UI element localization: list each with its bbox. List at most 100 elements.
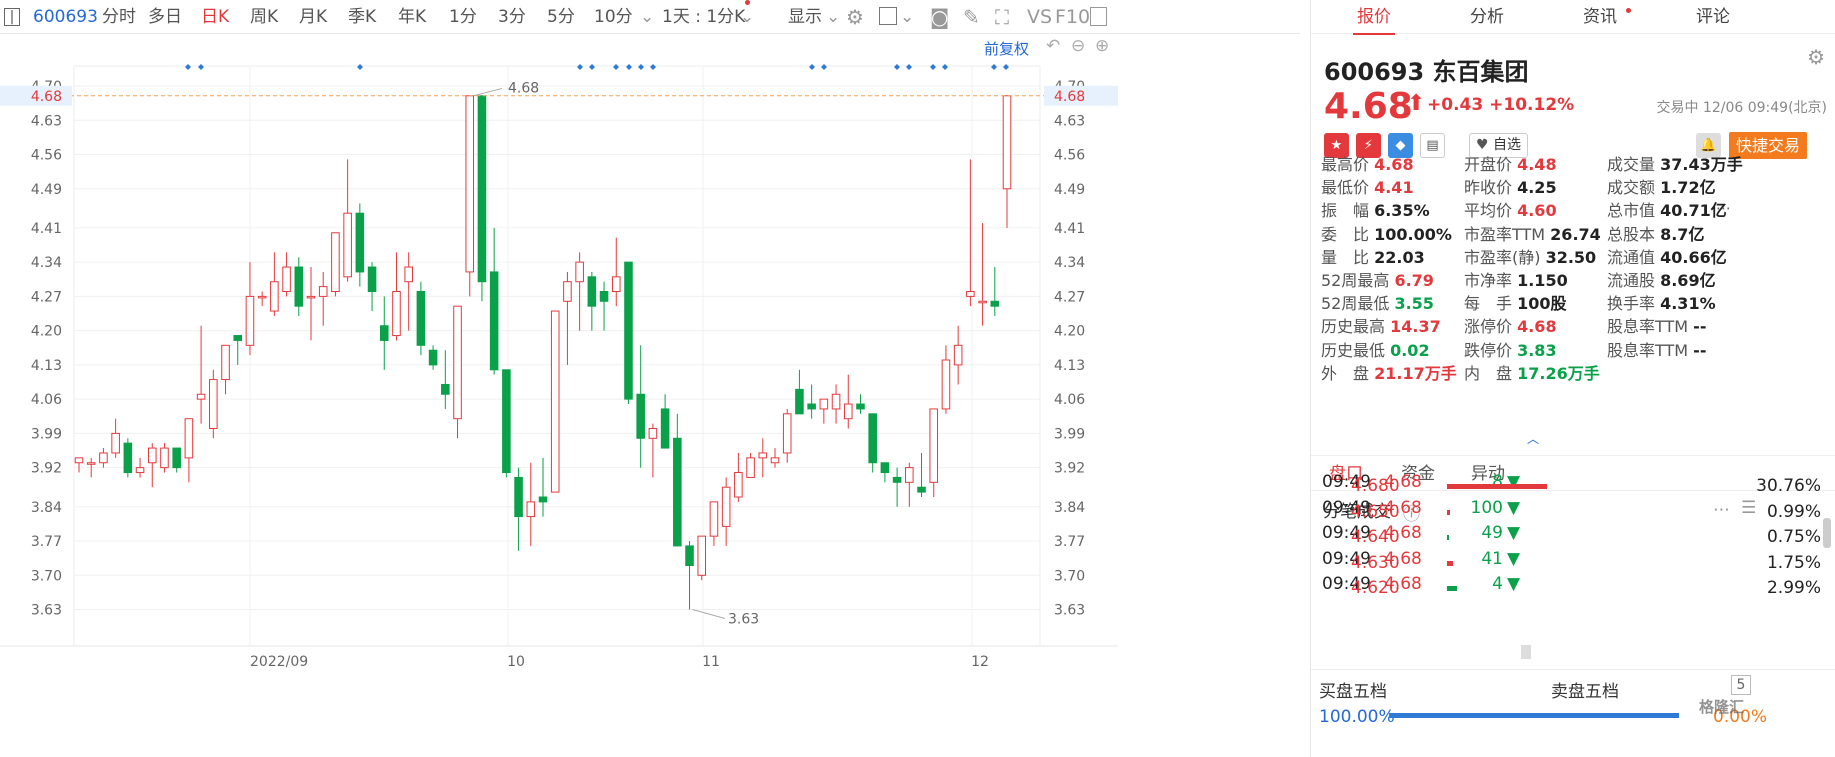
five-levels: 买盘五档 卖盘五档 5 100.00% 0.00% 格隆汇 — [1311, 669, 1835, 757]
tab-year-k[interactable]: 年K — [398, 0, 426, 34]
candle-body — [953, 344, 963, 366]
restore-right-button[interactable]: 前复权 — [984, 38, 1029, 59]
fullscreen-icon[interactable]: ⛶ — [995, 0, 1009, 34]
settings-icon[interactable]: ⚙ — [846, 0, 864, 34]
camera-icon[interactable]: ◙ — [930, 0, 949, 34]
y-tick-label: 4.56 — [1054, 148, 1085, 164]
chevron-down-icon[interactable]: ⌄ — [740, 0, 754, 34]
stat-value: 4.31% — [1660, 294, 1716, 314]
level-price: 4.620 — [1351, 578, 1400, 599]
low-leader — [692, 609, 726, 620]
tick-volume: 8 — [1492, 472, 1503, 492]
stat-value: 6.79 — [1394, 271, 1434, 290]
level-price: 4.650 — [1351, 501, 1400, 522]
news-dot — [1626, 8, 1631, 13]
scrollbar[interactable] — [1521, 645, 1531, 659]
stat-label: 成交额 — [1607, 178, 1661, 198]
tab-10min[interactable]: 10分 — [594, 0, 633, 34]
five-toggle[interactable]: 5 — [1731, 675, 1751, 695]
kline-svg[interactable]: 4.704.704.634.634.564.564.494.494.414.41… — [0, 34, 1118, 757]
panel-toggle-icon[interactable]: | — [4, 8, 20, 26]
candle-body — [782, 413, 792, 454]
tab-weekly-k[interactable]: 周K — [250, 0, 278, 34]
candle-body — [441, 383, 450, 395]
candle-body — [147, 447, 157, 464]
stat-value: 100股 — [1517, 294, 1567, 314]
more-icon[interactable]: ⋯ — [1716, 199, 1731, 217]
level-price: 4.640 — [1351, 527, 1400, 548]
zoom-in-icon[interactable]: ⊕ — [1095, 36, 1109, 56]
level-percent: 30.76% — [1756, 476, 1821, 496]
candle-body — [270, 281, 279, 312]
undo-icon[interactable]: ↶ — [1046, 36, 1060, 56]
down-arrow-icon: ▼ — [1507, 574, 1521, 595]
chevron-down-icon[interactable]: ⌄ — [826, 0, 840, 34]
tab-quarter-k[interactable]: 季K — [348, 0, 376, 34]
candle-body — [660, 408, 670, 449]
y-tick-label: 3.63 — [31, 603, 62, 619]
candle-body — [526, 501, 536, 518]
list-icon[interactable]: ☰ — [1741, 498, 1756, 518]
tab-analysis[interactable]: 分析 — [1470, 0, 1504, 34]
settings-icon[interactable]: ⚙ — [1807, 45, 1825, 69]
scrollbar[interactable] — [1823, 518, 1831, 548]
stat-label: 委 比 — [1321, 224, 1375, 244]
tab-comments[interactable]: 评论 — [1696, 0, 1730, 34]
y-tick-label: 4.56 — [31, 148, 62, 164]
last-price-label: 4.68 — [1054, 89, 1085, 105]
candle-body — [746, 457, 755, 478]
event-marker-icon — [930, 64, 936, 70]
stat-item: 历史最高 14.37 — [1321, 316, 1441, 338]
chevron-down-icon[interactable]: ⌄ — [900, 0, 914, 34]
square-icon[interactable] — [879, 7, 897, 25]
f10-button[interactable]: F10 — [1055, 0, 1090, 34]
zoom-out-icon[interactable]: ⊖ — [1071, 36, 1085, 56]
stat-item: 量 比 22.03 — [1321, 247, 1425, 269]
watermark-logo: 格隆汇 — [1699, 698, 1745, 716]
level-price: 4.680 — [1351, 476, 1400, 496]
chevron-down-icon[interactable]: ⌄ — [640, 0, 654, 34]
candle-body — [245, 295, 255, 346]
candle-body — [379, 325, 389, 341]
down-arrow-icon: ▼ — [1507, 472, 1521, 492]
pencil-icon[interactable]: ✎ — [963, 0, 980, 34]
candle-body — [721, 486, 731, 527]
candle-body — [709, 501, 719, 537]
event-marker-icon — [357, 64, 363, 70]
candle-body — [209, 379, 218, 430]
candle-body — [502, 369, 511, 474]
stat-label: 成交量 — [1607, 155, 1661, 174]
stat-label: 内 盘 — [1464, 363, 1518, 383]
stat-value: 21.17万手 — [1374, 363, 1457, 383]
stat-label: 总股本 — [1607, 224, 1661, 244]
candle-body — [966, 291, 975, 297]
bookmark-icon[interactable]: ▤ — [1420, 133, 1445, 158]
tab-news[interactable]: 资讯 — [1583, 0, 1617, 34]
tab-quote[interactable]: 报价 — [1353, 0, 1395, 35]
tab-multi-day[interactable]: 多日 — [148, 0, 182, 34]
more-icon[interactable]: ⋯ — [1713, 500, 1730, 520]
candle-body — [892, 476, 902, 483]
sidebar-toggle-icon[interactable] — [1090, 7, 1107, 26]
tab-fenshi[interactable]: 分时 — [102, 0, 136, 34]
stat-label: 52周最低 — [1321, 294, 1395, 314]
stat-item: 振 幅 6.35% — [1321, 200, 1430, 222]
candle-body — [306, 295, 316, 299]
tab-1min[interactable]: 1分 — [449, 0, 477, 34]
candle-body — [123, 442, 133, 474]
candle-body — [86, 462, 96, 465]
tab-3min[interactable]: 3分 — [498, 0, 526, 34]
tab-daily-k[interactable]: 日K — [201, 0, 229, 34]
display-menu[interactable]: 显示 — [788, 0, 822, 34]
tab-5min[interactable]: 5分 — [547, 0, 575, 34]
expand-icon[interactable]: ︿ — [1527, 430, 1539, 447]
y-tick-label: 4.20 — [31, 324, 62, 340]
stat-label: 流通值 — [1607, 247, 1661, 267]
candle-body — [831, 393, 841, 410]
stat-item: 跌停价 3.83 — [1464, 340, 1557, 362]
kline-chart[interactable]: 4.704.704.634.634.564.564.494.494.414.41… — [0, 34, 1310, 757]
tab-monthly-k[interactable]: 月K — [299, 0, 327, 34]
vs-button[interactable]: VS — [1027, 0, 1052, 34]
y-tick-label: 4.06 — [1054, 392, 1085, 408]
period-select[interactable]: 1天 : 1分K — [662, 0, 745, 34]
